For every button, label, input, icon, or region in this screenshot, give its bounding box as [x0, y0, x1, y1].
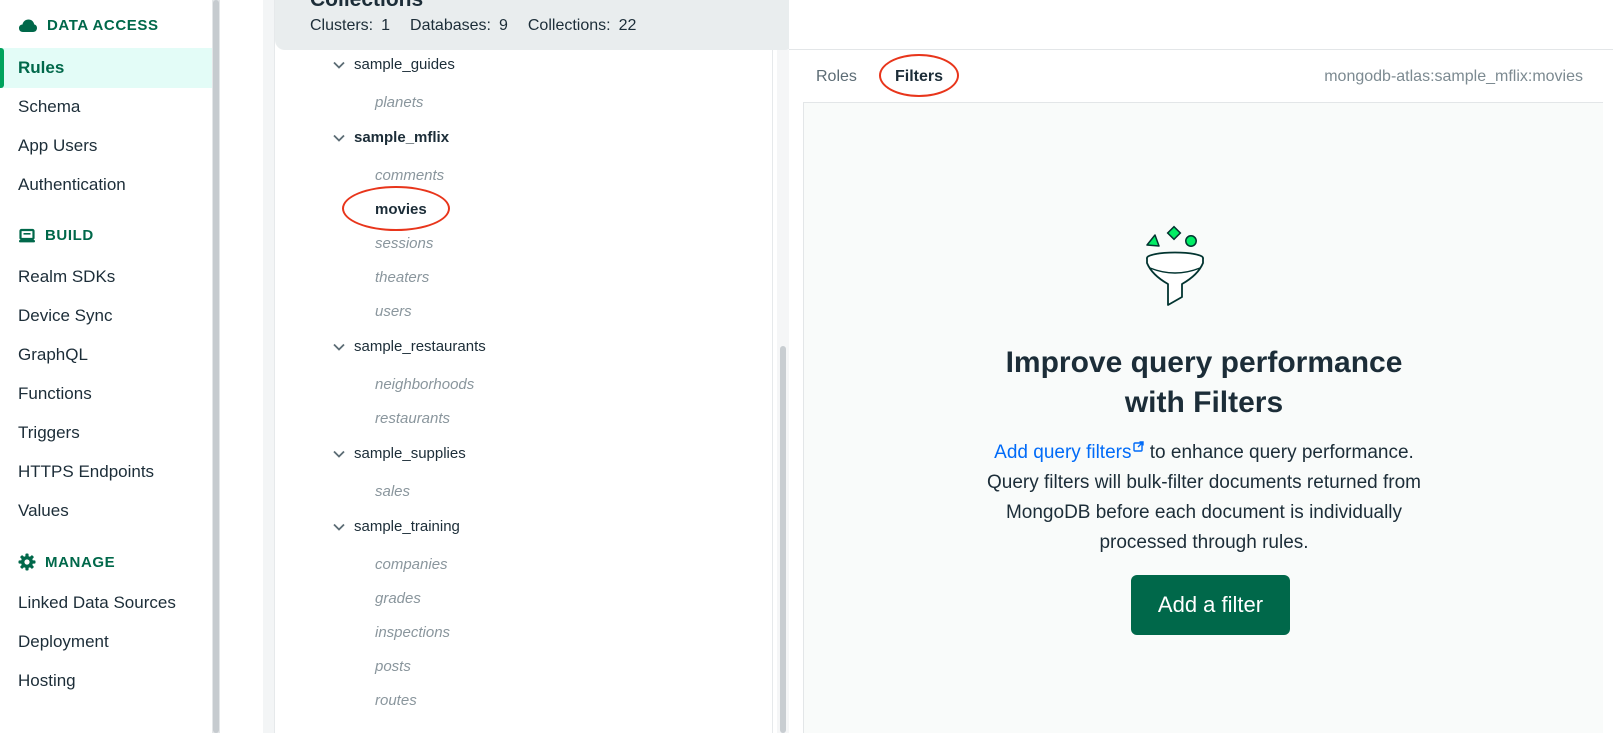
- collection-item-planets[interactable]: planets: [375, 94, 423, 111]
- add-query-filters-link[interactable]: Add query filters: [994, 441, 1145, 463]
- scrollbar-thumb[interactable]: [213, 0, 219, 733]
- collections-gutter: [263, 0, 275, 733]
- collection-item-movies[interactable]: movies: [375, 201, 427, 218]
- collection-item-routes[interactable]: routes: [375, 692, 417, 709]
- db-name: sample_restaurants: [354, 338, 486, 355]
- collection-item-neighborhoods[interactable]: neighborhoods: [375, 376, 474, 393]
- section-heading: MANAGE: [45, 553, 116, 571]
- db-row-sample-mflix[interactable]: sample_mflix: [333, 129, 449, 146]
- collections-stats: Clusters: 1 Databases: 9 Collections: 22: [310, 17, 636, 35]
- db-row-sample-supplies[interactable]: sample_supplies: [333, 445, 466, 462]
- section-build: BUILD: [18, 227, 94, 244]
- tab-filters[interactable]: Filters: [895, 51, 943, 103]
- chevron-down-icon: [333, 134, 345, 142]
- collection-item-sessions[interactable]: sessions: [375, 235, 433, 252]
- sidebar-item-hosting[interactable]: Hosting: [0, 661, 212, 701]
- sidebar-item-rules[interactable]: Rules: [0, 48, 212, 88]
- section-heading: BUILD: [45, 227, 94, 244]
- db-row-sample-restaurants[interactable]: sample_restaurants: [333, 338, 486, 355]
- db-row-sample-training[interactable]: sample_training: [333, 518, 460, 535]
- sidebar-item-https-endpoints[interactable]: HTTPS Endpoints: [0, 452, 212, 492]
- gear-icon: [18, 553, 36, 571]
- collection-item-companies[interactable]: companies: [375, 556, 448, 573]
- collections-tree: [275, 50, 773, 733]
- sidebar-item-authentication[interactable]: Authentication: [0, 165, 212, 205]
- sidebar-item-graphql[interactable]: GraphQL: [0, 335, 212, 375]
- sidebar-item-linked-data-sources[interactable]: Linked Data Sources: [0, 583, 212, 623]
- sidebar-item-schema[interactable]: Schema: [0, 87, 212, 127]
- laptop-icon: [19, 228, 35, 242]
- collections-stat: Collections: 22: [527, 17, 637, 34]
- collection-item-restaurants[interactable]: restaurants: [375, 410, 450, 427]
- clusters-stat: Clusters: 1: [310, 17, 391, 34]
- external-link-icon: [1133, 441, 1145, 452]
- collection-item-inspections[interactable]: inspections: [375, 624, 450, 641]
- sidebar-scrollbar[interactable]: [212, 0, 220, 733]
- db-name: sample_mflix: [354, 129, 450, 146]
- chevron-down-icon: [333, 61, 345, 69]
- sidebar-item-triggers[interactable]: Triggers: [0, 413, 212, 453]
- section-data-access: DATA ACCESS: [18, 17, 159, 34]
- title-line-2: with Filters: [1124, 386, 1284, 419]
- scrollbar-thumb[interactable]: [780, 346, 786, 733]
- db-name: sample_supplies: [354, 445, 466, 462]
- cloud-icon: [19, 19, 37, 32]
- tab-roles[interactable]: Roles: [816, 51, 857, 103]
- left-sidebar: DATA ACCESS Rules Schema App Users Authe…: [0, 0, 212, 733]
- collection-item-sales[interactable]: sales: [375, 483, 410, 500]
- title-line-1: Improve query performance: [1005, 346, 1403, 379]
- empty-state-title: Improve query performance with Filters: [804, 343, 1604, 423]
- chevron-down-icon: [333, 523, 345, 531]
- sidebar-item-functions[interactable]: Functions: [0, 374, 212, 414]
- sidebar-item-realm-sdks[interactable]: Realm SDKs: [0, 257, 212, 297]
- empty-state-description: Add query filters to enhance query perfo…: [974, 438, 1434, 558]
- rule-tabs: Roles Filters mongodb-atlas:sample_mflix…: [803, 51, 1603, 103]
- right-panel-top: [789, 0, 1613, 50]
- funnel-icon: [1146, 225, 1204, 306]
- namespace-path: mongodb-atlas:sample_mflix:movies: [1324, 68, 1583, 85]
- sidebar-item-values[interactable]: Values: [0, 491, 212, 531]
- sidebar-item-device-sync[interactable]: Device Sync: [0, 296, 212, 336]
- chevron-down-icon: [333, 450, 345, 458]
- collection-item-theaters[interactable]: theaters: [375, 269, 429, 286]
- collection-item-comments[interactable]: comments: [375, 167, 444, 184]
- sidebar-item-app-users[interactable]: App Users: [0, 126, 212, 166]
- db-name: sample_guides: [354, 56, 455, 73]
- link-label: Add query filters: [994, 442, 1132, 463]
- collection-item-grades[interactable]: grades: [375, 590, 421, 607]
- databases-stat: Databases: 9: [410, 17, 508, 34]
- sidebar-item-deployment[interactable]: Deployment: [0, 622, 212, 662]
- filters-empty-state: Improve query performance with Filters A…: [803, 103, 1603, 733]
- collections-title: Collections: [310, 0, 423, 12]
- add-filter-button[interactable]: Add a filter: [1131, 575, 1290, 635]
- db-row-sample-guides[interactable]: sample_guides: [333, 56, 455, 73]
- collections-scrollbar[interactable]: [777, 50, 789, 733]
- db-name: sample_training: [354, 518, 460, 535]
- section-heading: DATA ACCESS: [47, 17, 159, 34]
- chevron-down-icon: [333, 343, 345, 351]
- collection-item-users[interactable]: users: [375, 303, 412, 320]
- collection-item-posts[interactable]: posts: [375, 658, 411, 675]
- section-manage: MANAGE: [18, 553, 115, 571]
